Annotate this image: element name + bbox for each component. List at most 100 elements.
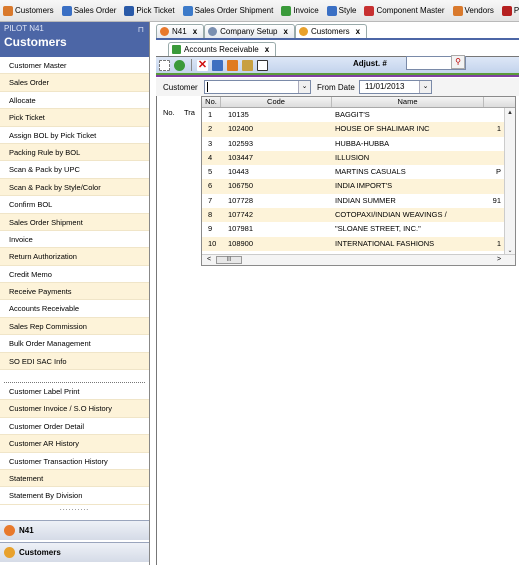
sidebar-item-customer-ar-history[interactable]: Customer AR History	[0, 435, 149, 453]
toolbar-button-label: Pick Ticket	[136, 6, 175, 15]
sidebar-item-return-authorization[interactable]: Return Authorization	[0, 248, 149, 266]
cell-extra	[484, 179, 503, 193]
sidebar-item-assign-bol-by-pick-ticket[interactable]: Assign BOL by Pick Ticket	[0, 126, 149, 144]
sidebar-item-allocate[interactable]: Allocate	[0, 91, 149, 110]
cell-no: 9	[208, 224, 213, 234]
sidebar-item-customer-label-print[interactable]: Customer Label Print	[0, 383, 149, 401]
list-item[interactable]: 9 107981 "SLOANE STREET, INC."	[202, 222, 515, 236]
sidebar-subtitle: PILOT N41	[4, 24, 44, 33]
nav-button-customers[interactable]: Customers	[0, 542, 149, 562]
sidebar-item-scan-pack-by-upc[interactable]: Scan & Pack by UPC	[0, 161, 149, 179]
sidebar-item-scan-pack-by-style-color[interactable]: Scan & Pack by Style/Color	[0, 178, 149, 197]
tab-label: N41	[172, 27, 187, 36]
cell-no: 6	[208, 181, 213, 191]
delete-icon[interactable]: ✕	[197, 59, 208, 71]
tab-company-setup[interactable]: Company Setup x	[204, 24, 295, 38]
sidebar-item-credit-memo[interactable]: Credit Memo	[0, 265, 149, 284]
sidebar-item-sales-rep-commission[interactable]: Sales Rep Commission	[0, 317, 149, 336]
cell-name: MARTINS CASUALS	[335, 167, 406, 177]
vertical-scrollbar[interactable]: ▲ ⌄	[504, 108, 515, 256]
sidebar-item-customer-order-detail[interactable]: Customer Order Detail	[0, 417, 149, 436]
close-icon[interactable]: x	[193, 27, 197, 36]
customer-combobox[interactable]: ⌄	[204, 80, 311, 94]
customer-dropdown-list[interactable]: No. Code Name 1 10135 BAGGIT'S 2 102400 HOUSE…	[201, 96, 516, 266]
tab-customers[interactable]: Customers x	[294, 24, 368, 38]
tab-accounts-receivable[interactable]: Accounts Receivable x	[168, 42, 277, 56]
cell-code: 107742	[228, 210, 254, 220]
toolbar-button-sales-order[interactable]: Sales Order	[59, 2, 120, 20]
toolbar-button-pr[interactable]: Pr	[499, 2, 519, 20]
pin-icon[interactable]: ⊓	[138, 25, 144, 34]
close-icon[interactable]: x	[265, 45, 269, 54]
sidebar: PILOT N41 Customers ⊓ Customer Master Sal…	[0, 22, 150, 565]
list-item[interactable]: 1 10135 BAGGIT'S	[202, 108, 515, 122]
sidebar-item-so-edi-sac-info[interactable]: SO EDI SAC Info	[0, 352, 149, 371]
customers-icon	[298, 27, 308, 36]
sidebar-item-receive-payments[interactable]: Receive Payments	[0, 283, 149, 301]
sidebar-item-confirm-bol[interactable]: Confirm BOL	[0, 196, 149, 214]
refresh-icon[interactable]	[174, 59, 185, 71]
close-icon[interactable]: x	[356, 27, 360, 36]
nav-button-n41[interactable]: N41	[0, 520, 149, 540]
sidebar-item-customer-master[interactable]: Customer Master	[0, 57, 149, 75]
sidebar-item-accounts-receivable[interactable]: Accounts Receivable	[0, 300, 149, 318]
horizontal-scrollbar[interactable]: < III >	[202, 254, 515, 265]
list-item[interactable]: 10 108900 INTERNATIONAL FASHIONS 1	[202, 236, 515, 251]
toolbar-button-vendors[interactable]: Vendors	[450, 2, 497, 20]
new-icon[interactable]	[159, 59, 170, 71]
cell-code: 106750	[228, 181, 254, 191]
sidebar-item-sales-order-shipment[interactable]: Sales Order Shipment	[0, 213, 149, 231]
dropdown-header: No. Code Name	[202, 97, 515, 108]
n41-icon	[160, 27, 169, 36]
grid-col-tra: Tra	[184, 108, 195, 117]
tab-n41[interactable]: N41 x	[156, 24, 205, 38]
sidebar-item-customer-transaction-history[interactable]: Customer Transaction History	[0, 452, 149, 470]
chevron-down-icon[interactable]: ⌄	[419, 81, 431, 93]
sidebar-item-invoice[interactable]: Invoice	[0, 230, 149, 249]
sidebar-item-statement-by-division[interactable]: Statement By Division	[0, 487, 149, 505]
close-icon[interactable]: x	[284, 27, 288, 36]
cell-extra: 91	[492, 195, 501, 205]
main-toolbar: Customers Sales Order Pick Ticket Sales Ord…	[0, 0, 519, 22]
print-icon[interactable]	[227, 59, 238, 71]
style-icon	[326, 5, 337, 16]
panel-splitter[interactable]: ..........	[0, 505, 149, 517]
scroll-thumb[interactable]: III	[216, 256, 242, 264]
toolbar-button-component-master[interactable]: Component Master	[361, 2, 447, 20]
toolbar-button-customers[interactable]: Customers	[0, 2, 57, 20]
cell-name: INDIA IMPORT'S	[335, 181, 393, 191]
cell-extra	[484, 108, 503, 122]
search-button[interactable]: ⚲	[451, 55, 465, 69]
sidebar-item-sales-order[interactable]: Sales Order	[0, 74, 149, 92]
cell-no: 3	[208, 138, 213, 148]
toolbar-button-sales-order-shipment[interactable]: Sales Order Shipment	[180, 2, 277, 20]
report-icon[interactable]	[257, 59, 268, 71]
scroll-right-icon[interactable]: >	[494, 255, 504, 265]
scroll-left-icon[interactable]: <	[204, 255, 214, 265]
chevron-down-icon[interactable]: ⌄	[298, 81, 310, 93]
sidebar-item-bulk-order-management[interactable]: Bulk Order Management	[0, 335, 149, 353]
cell-name: INDIAN SUMMER	[335, 195, 396, 205]
toolbar-button-invoice[interactable]: Invoice	[278, 2, 321, 20]
toolbar-button-label: Component Master	[376, 6, 445, 15]
cell-no: 7	[208, 195, 213, 205]
save-icon[interactable]	[212, 59, 223, 71]
list-item[interactable]: 5 10443 MARTINS CASUALS P	[202, 165, 515, 179]
sidebar-item-packing-rule-by-bol[interactable]: Packing Rule by BOL	[0, 143, 149, 162]
sidebar-item-statement[interactable]: Statement	[0, 469, 149, 488]
list-item[interactable]: 4 103447 ILLUSION	[202, 150, 515, 166]
list-item[interactable]: 7 107728 INDIAN SUMMER 91	[202, 194, 515, 208]
vendors-icon	[452, 5, 463, 16]
sidebar-item-customer-invoice-s-o-history[interactable]: Customer Invoice / S.O History	[0, 400, 149, 418]
list-item[interactable]: 2 102400 HOUSE OF SHALIMAR INC 1	[202, 122, 515, 137]
toolbar-button-style[interactable]: Style	[324, 2, 360, 20]
from-date-field[interactable]: 11/01/2013 ⌄	[359, 80, 432, 94]
export-icon[interactable]	[242, 59, 253, 71]
list-item[interactable]: 3 102593 HUBBA-HUBBA	[202, 137, 515, 151]
toolbar-button-pick-ticket[interactable]: Pick Ticket	[121, 2, 177, 20]
list-item[interactable]: 8 107742 COTOPAXI/INDIAN WEAVINGS /	[202, 208, 515, 223]
sidebar-item-pick-ticket[interactable]: Pick Ticket	[0, 109, 149, 127]
col-no: No.	[202, 97, 221, 107]
list-item[interactable]: 6 106750 INDIA IMPORT'S	[202, 179, 515, 194]
scroll-up-icon[interactable]: ▲	[505, 108, 515, 118]
